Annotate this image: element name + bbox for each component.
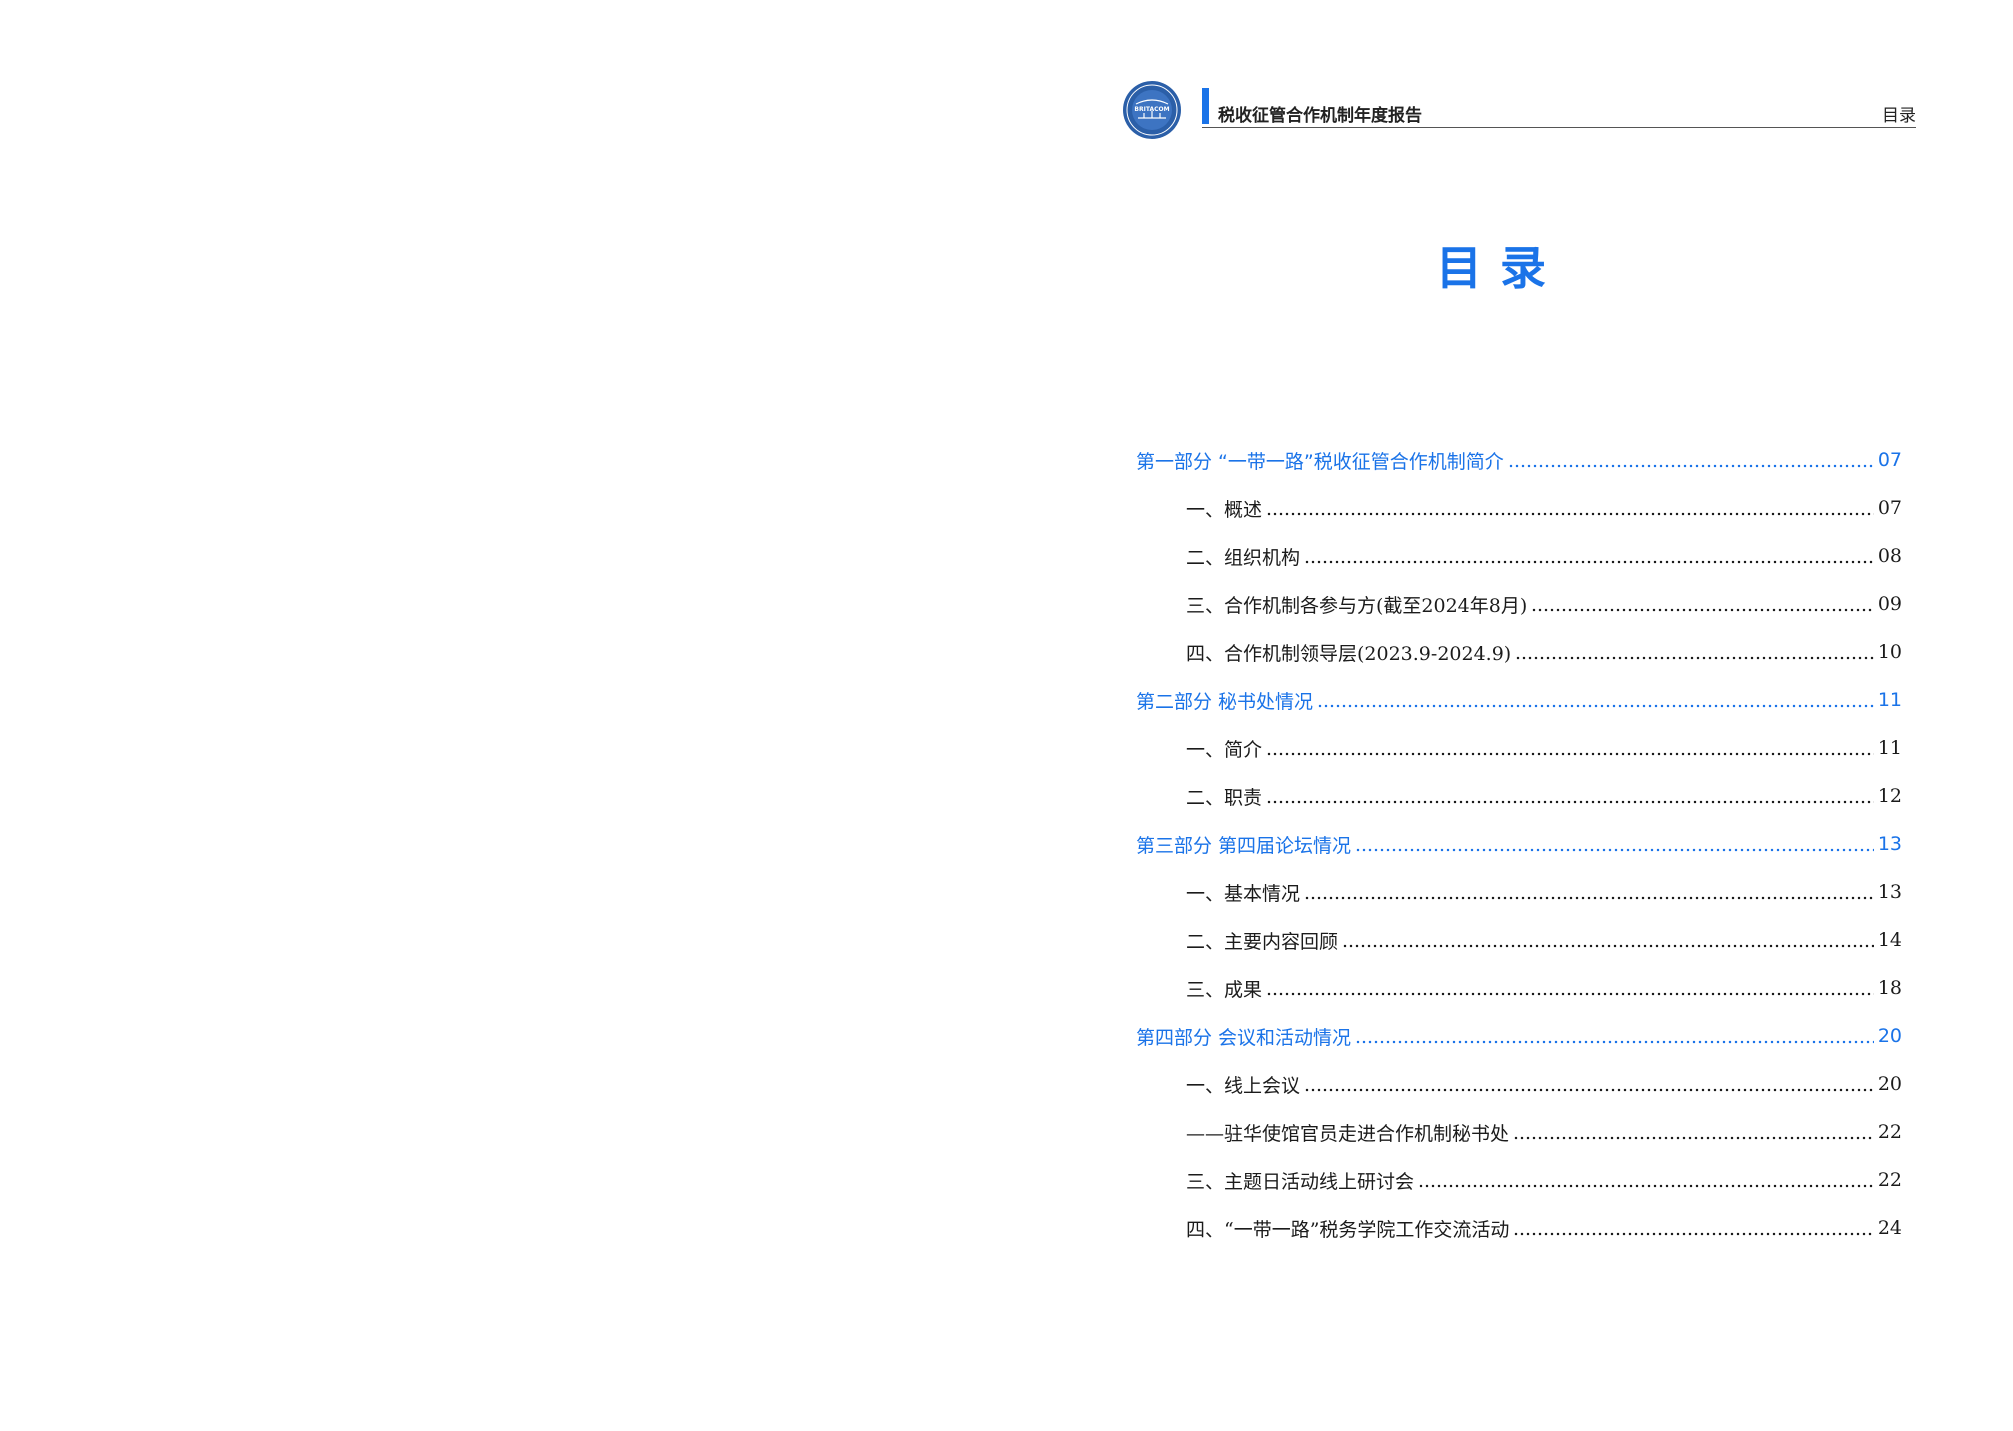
toc-page-number: 14 [1877, 929, 1902, 951]
toc-item-entry[interactable]: 一、线上会议 20 [1136, 1060, 1902, 1108]
toc-page-number: 22 [1877, 1121, 1902, 1143]
toc-entry-label: 一、线上会议 [1186, 1074, 1301, 1097]
dot-leader [1304, 1088, 1874, 1092]
left-page-blank [0, 0, 1006, 1431]
page-header: BRITACOM 税收征管合作机制年度报告 目录 [1122, 80, 1916, 139]
toc-part-entry[interactable]: 第四部分 会议和活动情况 20 [1136, 1012, 1902, 1060]
toc-entry-label: 三、主题日活动线上研讨会 [1186, 1170, 1415, 1193]
toc-page-number: 10 [1877, 641, 1902, 663]
toc-item-entry[interactable]: 二、职责 12 [1136, 772, 1902, 820]
header-accent-bar [1202, 88, 1209, 124]
toc-entry-label: 第三部分 第四届论坛情况 [1136, 834, 1352, 857]
dot-leader [1355, 1040, 1874, 1044]
toc-page-number: 11 [1877, 689, 1902, 711]
toc-entry-label: 二、职责 [1186, 786, 1263, 809]
toc-page-number: 13 [1877, 881, 1902, 903]
toc-entry-label: 第一部分 “一带一路”税收征管合作机制简介 [1136, 450, 1504, 473]
dot-leader [1513, 1136, 1874, 1140]
toc-entry-label: 三、成果 [1186, 978, 1263, 1001]
report-title: 税收征管合作机制年度报告 [1218, 106, 1422, 126]
dot-leader [1355, 848, 1874, 852]
dot-leader [1266, 800, 1874, 804]
toc-item-entry[interactable]: 一、概述 07 [1136, 484, 1902, 532]
toc-entry-label: 二、组织机构 [1186, 546, 1301, 569]
toc-page-number: 18 [1877, 977, 1902, 999]
toc-page-number: 13 [1877, 833, 1902, 855]
table-of-contents: 第一部分 “一带一路”税收征管合作机制简介 07 一、概述 07 二、组织机构 08 三、合… [1136, 436, 1902, 1252]
toc-item-entry[interactable]: 三、主题日活动线上研讨会 22 [1136, 1156, 1902, 1204]
dot-leader [1531, 608, 1874, 612]
document-spread: BRITACOM 税收征管合作机制年度报告 目录 目录 第一部分 “一带一路”税… [0, 0, 2013, 1431]
dot-leader [1342, 944, 1874, 948]
toc-page-number: 08 [1877, 545, 1902, 567]
toc-page-number: 12 [1877, 785, 1902, 807]
toc-item-entry[interactable]: 四、“一带一路”税务学院工作交流活动 24 [1136, 1204, 1902, 1252]
toc-entry-label: 三、合作机制各参与方(截至2024年8月) [1186, 594, 1528, 617]
toc-page-number: 11 [1877, 737, 1902, 759]
dot-leader [1266, 992, 1874, 996]
toc-entry-label: 第二部分 秘书处情况 [1136, 690, 1314, 713]
toc-entry-label: 一、概述 [1186, 498, 1263, 521]
dot-leader [1513, 1232, 1874, 1236]
toc-entry-label: 第四部分 会议和活动情况 [1136, 1026, 1352, 1049]
toc-item-entry[interactable]: 二、组织机构 08 [1136, 532, 1902, 580]
toc-item-entry[interactable]: 二、主要内容回顾 14 [1136, 916, 1902, 964]
logo-text: BRITACOM [1134, 106, 1169, 113]
toc-entry-label: 二、主要内容回顾 [1186, 930, 1339, 953]
header-divider [1202, 127, 1916, 128]
toc-page-number: 07 [1877, 449, 1902, 471]
dot-leader [1266, 752, 1874, 756]
dot-leader [1515, 656, 1874, 660]
dot-leader [1418, 1184, 1874, 1188]
dot-leader [1507, 464, 1874, 468]
toc-page-number: 20 [1877, 1073, 1902, 1095]
dot-leader [1266, 512, 1874, 516]
dot-leader [1304, 896, 1874, 900]
toc-entry-label: 一、基本情况 [1186, 882, 1301, 905]
toc-page-number: 22 [1877, 1169, 1902, 1191]
toc-part-entry[interactable]: 第二部分 秘书处情况 11 [1136, 676, 1902, 724]
toc-page-number: 20 [1877, 1025, 1902, 1047]
toc-page-number: 09 [1877, 593, 1902, 615]
dot-leader [1304, 560, 1874, 564]
britacom-seal-icon: BRITACOM [1123, 81, 1181, 139]
toc-entry-label: 一、简介 [1186, 738, 1263, 761]
toc-part-entry[interactable]: 第三部分 第四届论坛情况 13 [1136, 820, 1902, 868]
toc-entry-label: 四、合作机制领导层(2023.9-2024.9) [1186, 642, 1512, 665]
section-label: 目录 [1882, 106, 1916, 126]
toc-item-entry[interactable]: 三、合作机制各参与方(截至2024年8月) 09 [1136, 580, 1902, 628]
toc-item-entry[interactable]: 三、成果 18 [1136, 964, 1902, 1012]
toc-item-entry[interactable]: ——驻华使馆官员走进合作机制秘书处 22 [1136, 1108, 1902, 1156]
toc-page-number: 07 [1877, 497, 1902, 519]
toc-item-entry[interactable]: 四、合作机制领导层(2023.9-2024.9) 10 [1136, 628, 1902, 676]
toc-page-number: 24 [1877, 1217, 1902, 1239]
toc-entry-label: ——驻华使馆官员走进合作机制秘书处 [1186, 1122, 1510, 1145]
toc-entry-label: 四、“一带一路”税务学院工作交流活动 [1186, 1218, 1510, 1241]
page-title: 目录 [1436, 241, 1564, 295]
dot-leader [1317, 704, 1874, 708]
toc-part-entry[interactable]: 第一部分 “一带一路”税收征管合作机制简介 07 [1136, 436, 1902, 484]
toc-item-entry[interactable]: 一、基本情况 13 [1136, 868, 1902, 916]
toc-item-entry[interactable]: 一、简介 11 [1136, 724, 1902, 772]
